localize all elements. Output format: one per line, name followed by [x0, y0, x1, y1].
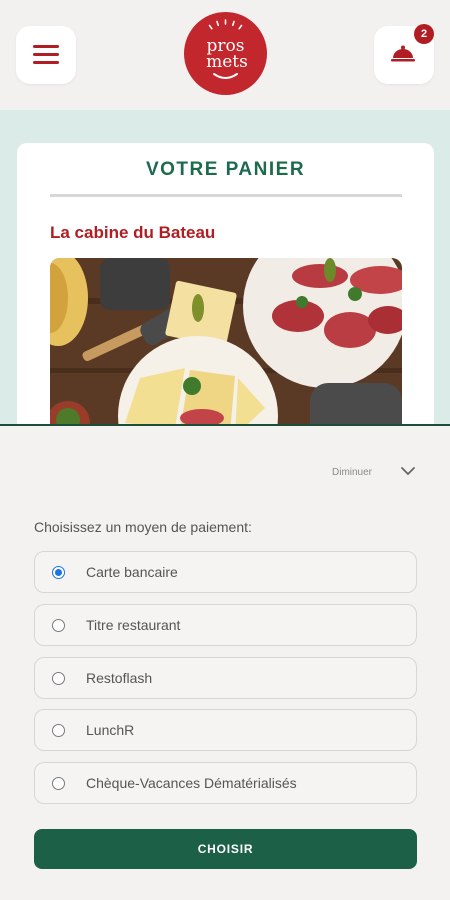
- chevron-down-icon: [401, 467, 415, 476]
- option-label: Carte bancaire: [86, 564, 178, 580]
- page-title: VOTRE PANIER: [145, 159, 306, 180]
- radio-button[interactable]: [52, 619, 65, 632]
- menu-button[interactable]: [16, 26, 76, 84]
- restaurant-name[interactable]: La cabine du Bateau: [50, 223, 215, 243]
- cloche-icon: [391, 45, 415, 62]
- payment-option-cheque-vacances[interactable]: Chèque-Vacances Dématérialisés: [34, 762, 417, 804]
- pros-mets-logo[interactable]: pros mets: [184, 12, 267, 95]
- option-label: Restoflash: [86, 670, 153, 686]
- payment-option-restoflash[interactable]: Restoflash: [34, 657, 417, 699]
- payment-option-carte-bancaire[interactable]: Carte bancaire: [34, 551, 417, 593]
- app-header: pros mets 2: [0, 0, 450, 110]
- payment-sheet: Diminuer Choisissez un moyen de paiement…: [0, 424, 450, 900]
- cart-card: VOTRE PANIER La cabine du Bateau: [17, 143, 434, 443]
- divider: [50, 194, 402, 197]
- hamburger-icon: [33, 44, 59, 65]
- choose-button[interactable]: CHOISIR: [34, 829, 417, 869]
- restaurant-photo: [50, 258, 402, 443]
- cart-button[interactable]: 2: [374, 24, 434, 84]
- payment-option-titre-restaurant[interactable]: Titre restaurant: [34, 604, 417, 646]
- option-label: Titre restaurant: [86, 617, 181, 633]
- collapse-label: Diminuer: [332, 467, 373, 478]
- radio-button[interactable]: [52, 566, 65, 579]
- svg-text:mets: mets: [206, 52, 248, 72]
- option-label: LunchR: [86, 722, 135, 738]
- option-label: Chèque-Vacances Dématérialisés: [86, 775, 297, 791]
- radio-button[interactable]: [52, 724, 65, 737]
- payment-heading: Choisissez un moyen de paiement:: [34, 519, 252, 535]
- payment-option-lunchr[interactable]: LunchR: [34, 709, 417, 751]
- radio-button[interactable]: [52, 672, 65, 685]
- cart-count-badge: 2: [414, 24, 434, 44]
- radio-button[interactable]: [52, 777, 65, 790]
